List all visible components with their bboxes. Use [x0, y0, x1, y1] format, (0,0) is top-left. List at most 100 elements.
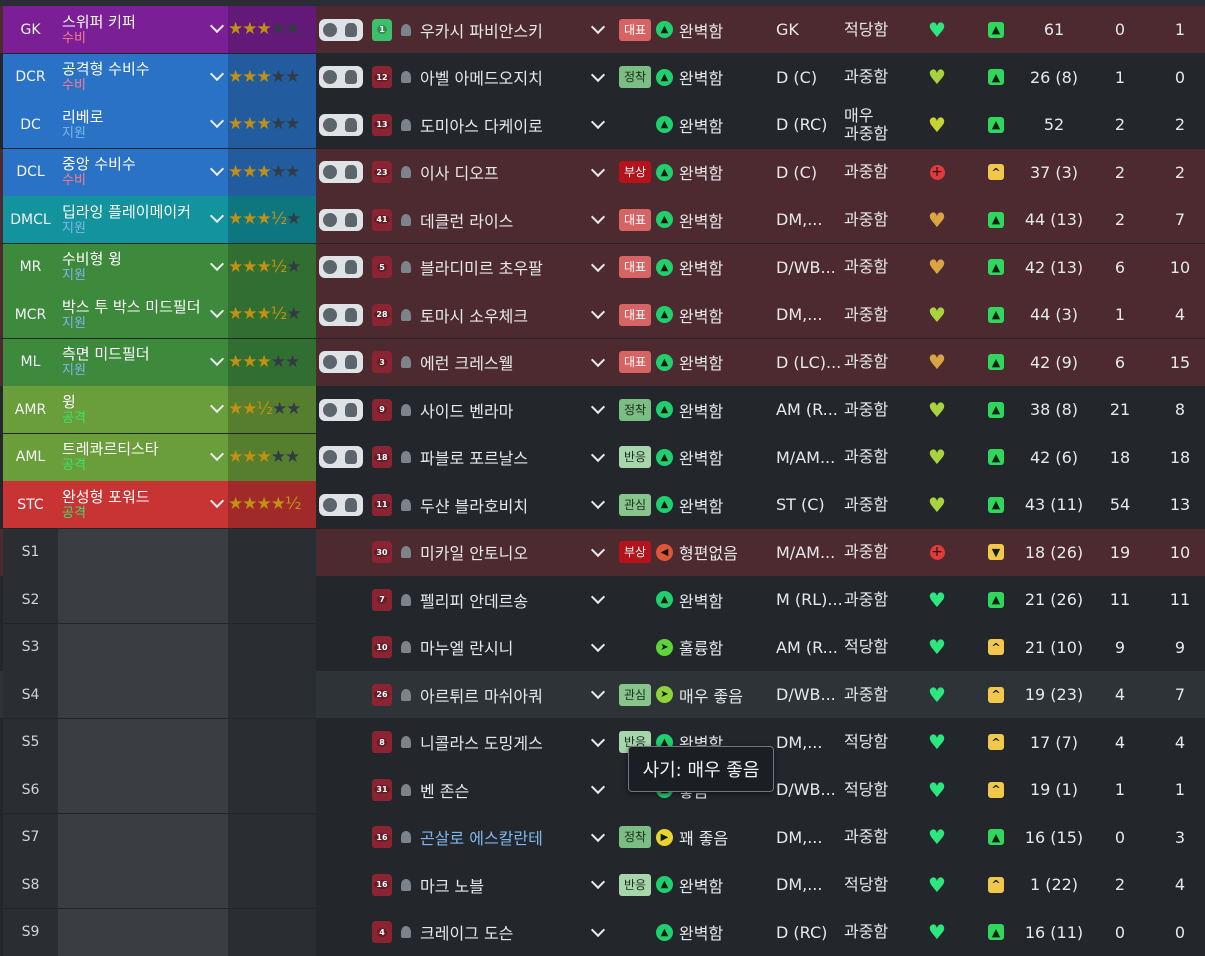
squad-row[interactable]: S8 16 마크 노블 반응 ▲ 완벽함 DM,... 적당함 ♥ ^ 1 (22) 2 4 — [0, 861, 1205, 908]
chevron-down-icon[interactable] — [209, 113, 225, 129]
role-selector[interactable]: 딥라잉 플레이메이커 지원 — [58, 196, 228, 243]
player-dropdown[interactable] — [590, 386, 610, 433]
morale-cell[interactable]: ▲ 완벽함 — [656, 481, 766, 528]
chevron-down-icon[interactable] — [209, 398, 225, 414]
squad-row[interactable]: AMR 윙 공격 ★★½ ★★ 9 사이드 벤라마 정착 ▲ 완벽함 AM (R... 과중함 ♥ ▲ 38… — [0, 386, 1205, 433]
player-instructions[interactable] — [318, 196, 364, 243]
player-dropdown[interactable] — [590, 101, 610, 148]
player-instructions[interactable] — [318, 244, 364, 291]
squad-row[interactable]: GK 스위퍼 키퍼 수비 ★★★ ★★ 1 우카시 파비안스키 대표 ▲ 완벽함 GK 적당함 ♥ ▲ 61… — [0, 6, 1205, 53]
player-name[interactable]: 데클런 라이스 — [420, 196, 592, 243]
player-dropdown[interactable] — [590, 339, 610, 386]
player-name[interactable]: 우카시 파비안스키 — [420, 6, 592, 53]
morale-cell[interactable]: ▲ 완벽함 — [656, 244, 766, 291]
chevron-down-icon[interactable] — [209, 303, 225, 319]
player-instructions[interactable] — [318, 481, 364, 528]
squad-row[interactable]: S631벤 존슨▲좋음D/WB...적당함♥^19 (1)11 — [0, 766, 1205, 813]
squad-row[interactable]: S1 30 미카일 안토니오 부상 ◀ 형편없음 M/AM... 과중함 + ▼ 18 (26) 19… — [0, 528, 1205, 576]
chevron-down-icon[interactable] — [590, 684, 606, 700]
player-name[interactable]: 미카일 안토니오 — [420, 529, 592, 576]
squad-row[interactable]: DC 리베로 지원 ★★★ ★★ 13 도미아스 다케이로 ▲ 완벽함 D (RC) 매우 과중함 ♥… — [0, 101, 1205, 148]
position-slot[interactable]: DCR — [3, 53, 58, 101]
role-selector[interactable]: 수비형 윙 지원 — [58, 243, 228, 291]
morale-cell[interactable]: ▲ 완벽함 — [656, 909, 766, 956]
player-dropdown[interactable] — [590, 766, 610, 813]
morale-cell[interactable]: ➤ 훌륭함 — [656, 624, 766, 671]
chevron-down-icon[interactable] — [209, 256, 225, 271]
player-name[interactable]: 벤 존슨 — [420, 766, 592, 813]
position-slot[interactable]: DC — [3, 101, 58, 148]
chevron-down-icon[interactable] — [590, 637, 606, 652]
chevron-down-icon[interactable] — [209, 493, 225, 509]
squad-row[interactable]: DCL 중앙 수비수 수비 ★★★ ★★ 23 이사 디오프 부상 ▲ 완벽함 D (C) 과중함 + ^… — [0, 148, 1205, 196]
player-instructions[interactable] — [318, 386, 364, 433]
player-dropdown[interactable] — [590, 434, 610, 481]
player-name[interactable]: 블라디미르 초우팔 — [420, 244, 592, 291]
instructions-icon[interactable] — [319, 161, 363, 183]
squad-row[interactable]: S7 16 곤살로 에스칼란테 정착 ▶ 꽤 좋음 DM,... 과중함 ♥ ▲ 16 (15) 0 3 — [0, 813, 1205, 861]
position-slot[interactable]: S1 — [3, 528, 58, 576]
player-dropdown[interactable] — [590, 576, 610, 623]
chevron-down-icon[interactable] — [209, 351, 225, 366]
chevron-down-icon[interactable] — [590, 447, 606, 462]
squad-row[interactable]: MR 수비형 윙 지원 ★★★½ ★ 5 블라디미르 초우팔 대표 ▲ 완벽함 D/WB... 과중함… — [0, 243, 1205, 291]
position-slot[interactable]: S8 — [3, 861, 58, 908]
chevron-down-icon[interactable] — [590, 114, 606, 130]
position-slot[interactable]: MCR — [3, 291, 58, 338]
player-dropdown[interactable] — [590, 719, 610, 766]
squad-row[interactable]: S5 8 니콜라스 도밍게스 반응 ▲ 완벽함 DM,... 적당함 ♥ ^ 17 (7) 4 4 — [0, 718, 1205, 766]
squad-row[interactable]: DCR 공격형 수비수 수비 ★★★ ★★ 12 아벨 아메드오지치 정착 ▲ 완벽함 D (C) 과… — [0, 53, 1205, 101]
position-slot[interactable]: S9 — [3, 908, 58, 956]
role-selector[interactable]: 트레콰르티스타 공격 — [58, 433, 228, 481]
player-dropdown[interactable] — [590, 671, 610, 718]
player-instructions[interactable] — [318, 149, 364, 196]
instructions-icon[interactable] — [319, 18, 363, 41]
chevron-down-icon[interactable] — [209, 446, 225, 461]
role-selector[interactable]: 완성형 포워드 공격 — [58, 481, 228, 528]
morale-cell[interactable]: ▲ 완벽함 — [656, 339, 766, 386]
morale-cell[interactable]: ▲ 완벽함 — [656, 576, 766, 623]
squad-row[interactable]: AML 트레콰르티스타 공격 ★★★ ★★ 18 파블로 포르날스 반응 ▲ 완벽함 M/AM...… — [0, 433, 1205, 481]
morale-cell[interactable]: ▲ 완벽함 — [656, 196, 766, 243]
player-dropdown[interactable] — [590, 861, 610, 908]
instructions-icon[interactable] — [319, 113, 363, 136]
morale-cell[interactable]: ➤ 매우 좋음 — [656, 671, 766, 718]
instructions-icon[interactable] — [319, 446, 363, 468]
player-dropdown[interactable] — [590, 196, 610, 243]
chevron-down-icon[interactable] — [590, 589, 606, 605]
position-slot[interactable]: ML — [3, 338, 58, 386]
player-name[interactable]: 크레이그 도슨 — [420, 909, 592, 956]
chevron-down-icon[interactable] — [209, 208, 225, 224]
player-name[interactable]: 곤살로 에스칼란테 — [420, 814, 592, 861]
squad-row[interactable]: S4 26 아르튀르 마쉬아쿼 관심 ➤ 매우 좋음 D/WB... 과중함 ♥ ^ 19 (23)… — [0, 671, 1205, 718]
position-slot[interactable]: S7 — [3, 813, 58, 861]
chevron-down-icon[interactable] — [590, 399, 606, 415]
instructions-icon[interactable] — [319, 66, 363, 88]
position-slot[interactable]: GK — [3, 6, 58, 53]
squad-row[interactable]: STC 완성형 포워드 공격 ★★★★½ 11 두샨 블라호비치 관심 ▲ 완벽함 ST (C) 과… — [0, 481, 1205, 528]
squad-row[interactable]: MCR 박스 투 박스 미드필더 지원 ★★★½ ★ 28 토마시 소우체크 대표 ▲ 완벽함 DM… — [0, 291, 1205, 338]
player-dropdown[interactable] — [590, 529, 610, 576]
squad-row[interactable]: S2 7 펠리피 안데르송 ▲ 완벽함 M (RL)... 과중함 ♥ ▲ 21 (26) 11 11 — [0, 576, 1205, 623]
player-name[interactable]: 두샨 블라호비치 — [420, 481, 592, 528]
player-name[interactable]: 마누엘 란시니 — [420, 624, 592, 671]
morale-cell[interactable]: ▲ 완벽함 — [656, 861, 766, 908]
instructions-icon[interactable] — [319, 398, 363, 421]
chevron-down-icon[interactable] — [209, 66, 225, 81]
morale-cell[interactable]: ▲ 완벽함 — [656, 101, 766, 148]
morale-cell[interactable]: ▲ 완벽함 — [656, 149, 766, 196]
role-selector[interactable]: 중앙 수비수 수비 — [58, 148, 228, 196]
instructions-icon[interactable] — [319, 256, 363, 278]
position-slot[interactable]: DMCL — [3, 196, 58, 243]
position-slot[interactable]: DCL — [3, 148, 58, 196]
morale-cell[interactable]: ▲ 완벽함 — [656, 434, 766, 481]
chevron-down-icon[interactable] — [590, 494, 606, 510]
chevron-down-icon[interactable] — [590, 922, 606, 937]
chevron-down-icon[interactable] — [209, 18, 225, 34]
role-selector[interactable]: 측면 미드필더 지원 — [58, 338, 228, 386]
player-dropdown[interactable] — [590, 909, 610, 956]
position-slot[interactable]: S5 — [3, 718, 58, 766]
player-instructions[interactable] — [318, 101, 364, 148]
player-name[interactable]: 파블로 포르날스 — [420, 434, 592, 481]
player-dropdown[interactable] — [590, 291, 610, 338]
